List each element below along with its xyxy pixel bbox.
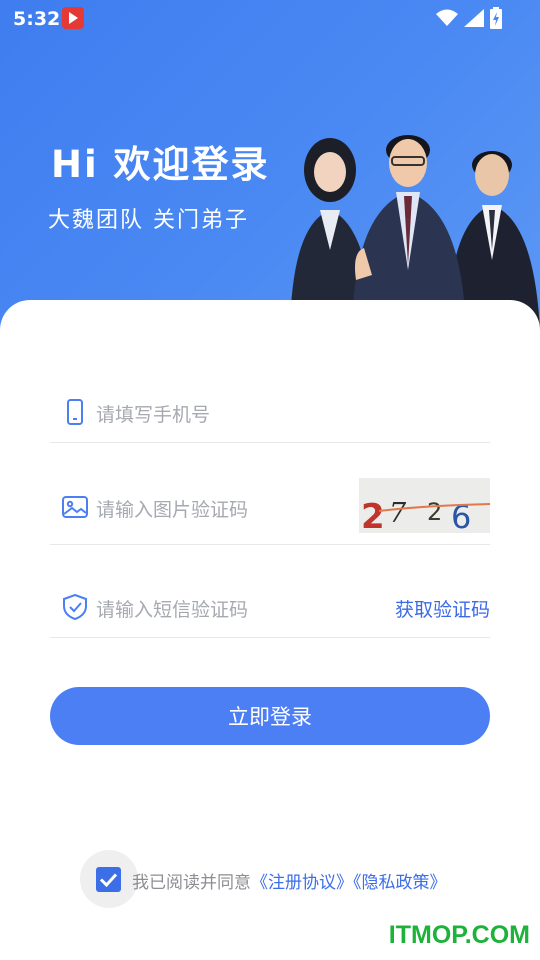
site-watermark: ITMOP.COM [388, 921, 530, 949]
image-icon [62, 496, 88, 518]
hero-subtitle: 大魏团队 关门弟子 [48, 208, 249, 233]
agreement-text: 我已阅读并同意《注册协议》《隐私政策》 [132, 868, 447, 893]
agree-checkbox[interactable] [96, 867, 121, 892]
app-notification-icon [62, 7, 84, 29]
agreement-row: 我已阅读并同意《注册协议》《隐私政策》 [80, 850, 500, 908]
sms-code-input[interactable]: 请输入短信验证码 [96, 595, 248, 622]
shield-check-icon [63, 594, 87, 620]
status-icons [436, 7, 502, 29]
image-code-input[interactable]: 请输入图片验证码 [96, 495, 248, 522]
hero-banner: 5:32 Hi 欢迎登录 大魏团队 关门弟子 [0, 0, 540, 330]
captcha-image[interactable]: 2 7 2 6 [359, 478, 490, 533]
wifi-icon [436, 9, 458, 26]
get-code-button[interactable]: 获取验证码 [395, 595, 490, 622]
phone-input[interactable]: 请填写手机号 [96, 400, 210, 427]
status-bar: 5:32 [0, 0, 540, 36]
svg-text:6: 6 [451, 498, 471, 533]
svg-text:2: 2 [427, 498, 442, 526]
status-time: 5:32 [13, 8, 61, 30]
battery-icon [490, 7, 502, 29]
phone-field[interactable]: 请填写手机号 [50, 380, 490, 443]
phone-icon [67, 399, 83, 425]
register-agreement-link[interactable]: 《注册协议》 [251, 873, 353, 893]
hero-title: Hi 欢迎登录 [51, 143, 270, 186]
svg-text:2: 2 [361, 497, 385, 533]
captcha-art: 2 7 2 6 [361, 497, 490, 533]
agreement-prefix: 我已阅读并同意 [132, 873, 251, 893]
signal-icon [464, 9, 484, 27]
login-button[interactable]: 立即登录 [50, 687, 490, 745]
svg-text:7: 7 [389, 498, 407, 529]
privacy-policy-link[interactable]: 《隐私政策》 [353, 873, 447, 893]
login-card: 请填写手机号 请输入图片验证码 2 7 2 6 请输入短信验证码 获取验证码 立… [0, 300, 540, 960]
check-icon [99, 873, 118, 888]
image-code-field[interactable]: 请输入图片验证码 2 7 2 6 [50, 478, 490, 545]
sms-code-field[interactable]: 请输入短信验证码 获取验证码 [50, 575, 490, 638]
